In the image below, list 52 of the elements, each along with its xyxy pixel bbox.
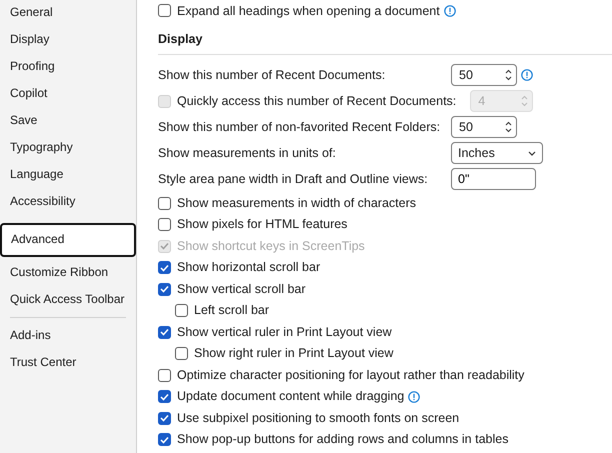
sidebar-item[interactable]: Accessibility [0,192,136,219]
checkbox[interactable] [175,347,188,360]
option-label: Show vertical scroll bar [177,280,306,298]
checkbox[interactable] [158,433,171,446]
option-label: Expand all headings when opening a document [177,4,440,18]
spin-arrows-icon [505,69,512,82]
option-label: Use subpixel positioning to smooth fonts on screen [177,410,460,427]
sidebar-item[interactable]: Typography [0,138,136,165]
sidebar-item[interactable]: Quick Access Toolbar [0,290,136,317]
spin-box[interactable]: 50 [451,116,517,138]
option-label: Quickly access this number of Recent Documents: [177,92,456,110]
text-field[interactable]: 0" [451,168,536,190]
option-label: Left scroll bar [194,302,270,320]
checkbox[interactable] [158,218,171,231]
sidebar-item[interactable]: General [0,3,136,30]
checkbox[interactable] [158,412,171,424]
option-label: Optimize character positioning for layout rather than readability [177,366,524,384]
sidebar-item[interactable]: Advanced [0,223,136,257]
option-label: Show measurements in units of: [158,146,336,160]
spin-arrows-icon [521,95,528,108]
spin-arrows-icon [505,121,512,134]
option-label: Update document content while dragging [177,388,404,406]
option-label: Show measurements in width of characters [177,194,416,212]
spin-box[interactable]: 50 [451,64,517,86]
checkbox[interactable] [158,282,171,296]
sidebar-item[interactable]: Copilot [0,84,136,111]
sidebar-item[interactable]: Trust Center [0,353,136,380]
checkbox[interactable] [158,196,171,210]
section-heading: Display [158,30,612,56]
checkbox[interactable] [158,368,171,382]
option-label: Show this number of non-favorited Recent Folders: [158,120,440,134]
option-label: Show shortcut keys in ScreenTips [177,238,365,255]
sidebar-item[interactable]: Add-ins [0,326,136,353]
checkbox[interactable] [158,390,171,403]
sidebar-item[interactable]: Language [0,165,136,192]
option-label: Show this number of Recent Documents: [158,68,386,82]
checkbox[interactable] [158,4,171,18]
option-label: Show pop-up buttons for adding rows and columns in tables [177,431,508,448]
sidebar-item[interactable]: Proofing [0,57,136,84]
option-label: Show vertical ruler in Print Layout view [177,324,392,341]
caret-icon [528,150,536,156]
option-label: Show right ruler in Print Layout view [194,345,394,362]
dropdown[interactable]: Inches [451,142,543,164]
option-label: Show horizontal scroll bar [177,259,320,276]
sidebar-item[interactable]: Save [0,111,136,138]
option-label: Style area pane width in Draft and Outline views: [158,172,428,186]
checkbox[interactable] [175,304,188,317]
sidebar-item[interactable]: Display [0,30,136,57]
sidebar-item[interactable]: Customize Ribbon [0,263,136,290]
option-label: Show pixels for HTML features [177,216,348,234]
checkbox[interactable] [158,261,171,274]
checkbox[interactable] [158,326,171,338]
